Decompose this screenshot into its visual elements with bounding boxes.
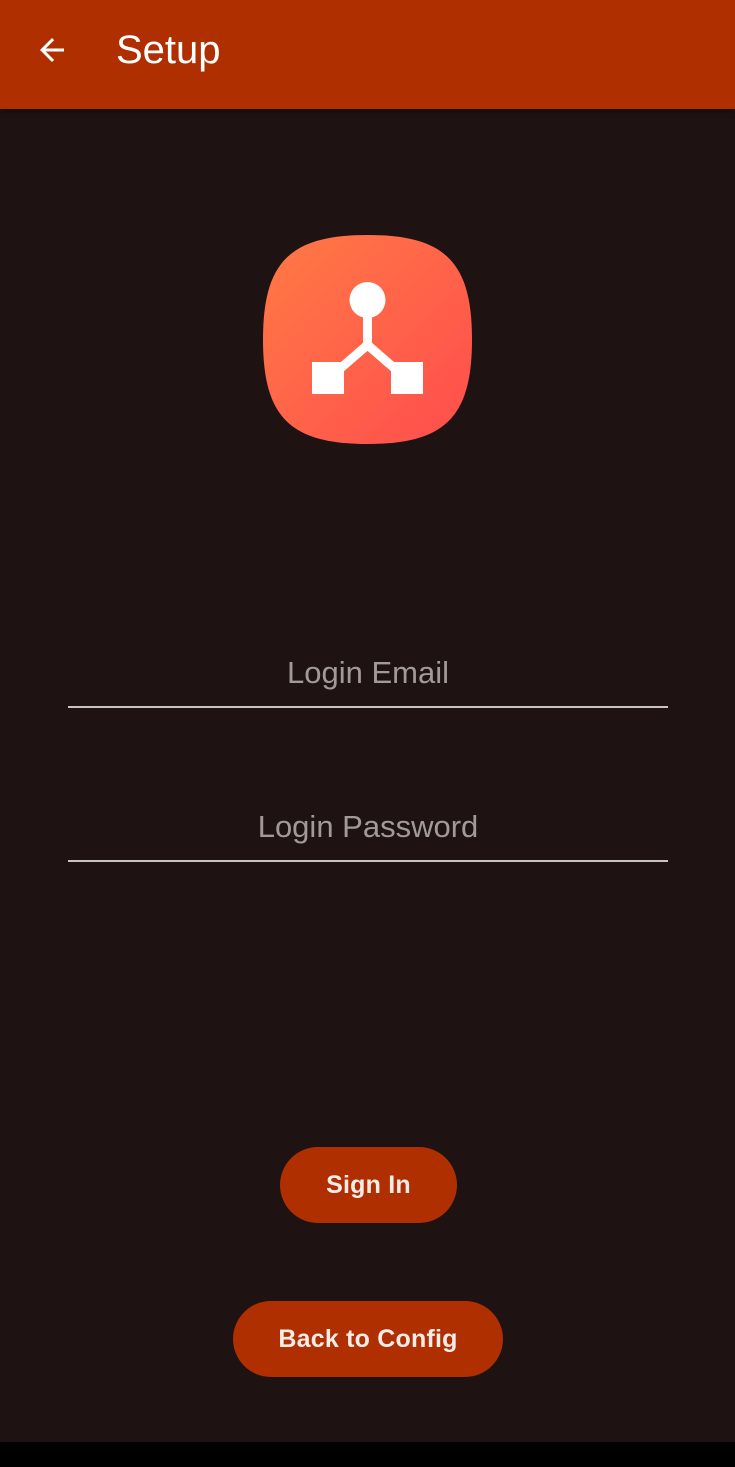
network-hierarchy-icon — [263, 235, 472, 444]
app-logo — [263, 235, 472, 444]
email-input[interactable] — [68, 646, 668, 706]
setup-screen: Setup Sign In Back to Config — [0, 0, 735, 1442]
back-button[interactable] — [24, 22, 80, 78]
email-field[interactable] — [68, 646, 668, 708]
app-bar: Setup — [0, 0, 735, 109]
back-to-config-button[interactable]: Back to Config — [233, 1301, 503, 1377]
arrow-left-icon — [40, 38, 64, 62]
password-input[interactable] — [68, 800, 668, 860]
system-navigation-bar — [0, 1442, 735, 1467]
sign-in-button[interactable]: Sign In — [280, 1147, 457, 1223]
password-field[interactable] — [68, 800, 668, 862]
page-title: Setup — [116, 28, 221, 72]
